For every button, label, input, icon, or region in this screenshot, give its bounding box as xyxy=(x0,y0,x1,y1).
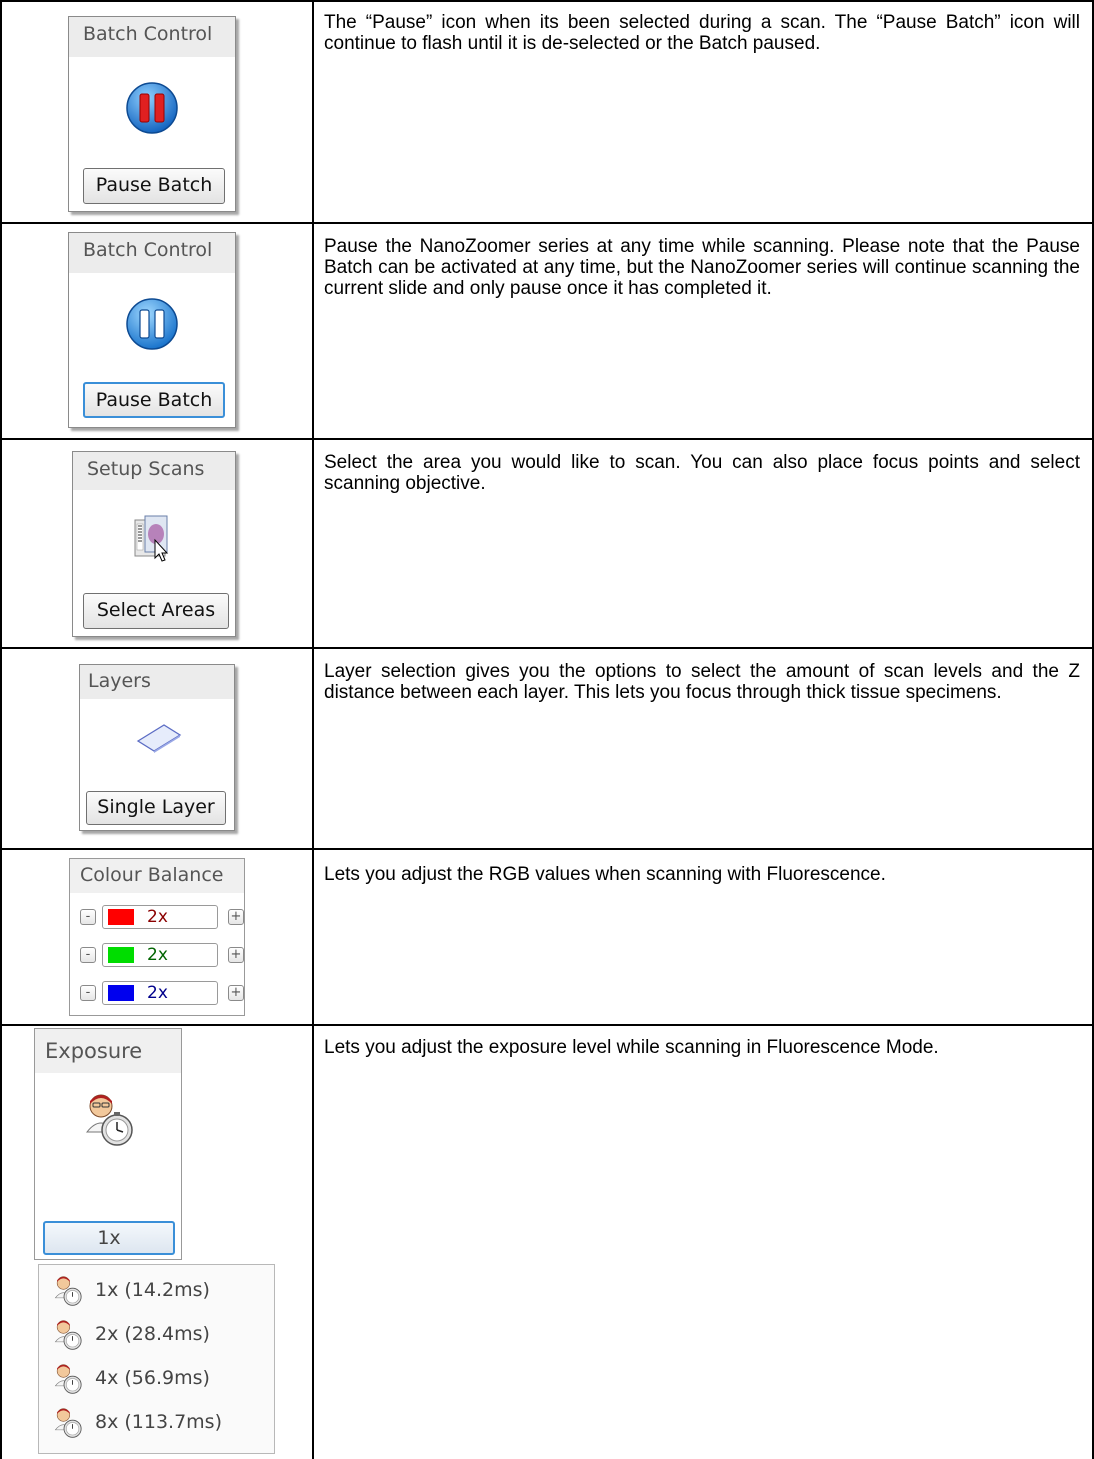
decrease-red-button[interactable]: - xyxy=(80,909,96,925)
panel-title: Batch Control xyxy=(69,17,235,57)
row-description: Layer selection gives you the options to… xyxy=(324,661,1080,703)
row-description: Select the area you would like to scan. … xyxy=(324,452,1080,494)
green-value-field[interactable]: 2x xyxy=(102,943,218,967)
single-layer-icon[interactable] xyxy=(136,723,182,753)
batch-control-panel: Batch Control Pause Batch xyxy=(68,232,236,428)
setup-scans-panel: Setup Scans Select Areas xyxy=(72,451,236,637)
table-top-border xyxy=(0,0,1094,2)
increase-red-button[interactable]: + xyxy=(228,909,244,925)
pause-batch-button[interactable]: Pause Batch xyxy=(83,168,225,204)
slide-select-icon[interactable] xyxy=(133,514,179,566)
increase-blue-button[interactable]: + xyxy=(228,985,244,1001)
row-description: Pause the NanoZoomer series at any time … xyxy=(324,236,1080,299)
table-left-border xyxy=(0,0,2,1459)
panel-title: Setup Scans xyxy=(73,452,235,490)
red-swatch xyxy=(108,909,134,925)
row-description: The “Pause” icon when its been selected … xyxy=(324,12,1080,54)
row-description: Lets you adjust the RGB values when scan… xyxy=(324,864,886,885)
row-divider xyxy=(0,647,1094,649)
exposure-panel: Exposure 1x xyxy=(34,1028,182,1260)
batch-control-panel: Batch Control Pause Batch xyxy=(68,16,236,212)
decrease-blue-button[interactable]: - xyxy=(80,985,96,1001)
exposure-option-label: 8x (113.7ms) xyxy=(95,1411,222,1433)
red-value: 2x xyxy=(147,907,168,927)
red-channel-row: - 2x + xyxy=(80,903,246,931)
colour-balance-panel: Colour Balance - 2x + - 2x + - 2x + xyxy=(69,858,245,1016)
row-divider xyxy=(0,1024,1094,1026)
exposure-option-label: 1x (14.2ms) xyxy=(95,1279,210,1301)
increase-green-button[interactable]: + xyxy=(228,947,244,963)
row-divider xyxy=(0,848,1094,850)
panel-title: Layers xyxy=(80,665,234,699)
row-divider xyxy=(0,222,1094,224)
table-column-divider xyxy=(312,0,314,1459)
exposure-stopwatch-icon xyxy=(54,1408,82,1438)
row-description: Lets you adjust the exposure level while… xyxy=(324,1037,939,1058)
pause-active-icon[interactable] xyxy=(125,81,179,135)
exposure-select-button[interactable]: 1x xyxy=(43,1221,175,1255)
blue-channel-row: - 2x + xyxy=(80,979,246,1007)
pause-batch-button[interactable]: Pause Batch xyxy=(83,382,225,418)
exposure-option-label: 4x (56.9ms) xyxy=(95,1367,210,1389)
green-swatch xyxy=(108,947,134,963)
decrease-green-button[interactable]: - xyxy=(80,947,96,963)
exposure-stopwatch-icon[interactable] xyxy=(81,1092,137,1148)
blue-value: 2x xyxy=(147,983,168,1003)
panel-title: Colour Balance xyxy=(70,859,244,893)
exposure-stopwatch-icon xyxy=(54,1320,82,1350)
select-areas-button[interactable]: Select Areas xyxy=(83,593,229,629)
green-value: 2x xyxy=(147,945,168,965)
blue-value-field[interactable]: 2x xyxy=(102,981,218,1005)
exposure-dropdown-menu: 1x (14.2ms) 2x (28.4ms) 4x (56.9ms) 8x (… xyxy=(38,1264,275,1454)
red-value-field[interactable]: 2x xyxy=(102,905,218,929)
pause-icon[interactable] xyxy=(125,297,179,351)
exposure-stopwatch-icon xyxy=(54,1276,82,1306)
panel-title: Batch Control xyxy=(69,233,235,273)
exposure-stopwatch-icon xyxy=(54,1364,82,1394)
green-channel-row: - 2x + xyxy=(80,941,246,969)
blue-swatch xyxy=(108,985,134,1001)
layers-panel: Layers Single Layer xyxy=(79,664,235,831)
panel-title: Exposure xyxy=(35,1029,181,1073)
exposure-option-label: 2x (28.4ms) xyxy=(95,1323,210,1345)
single-layer-button[interactable]: Single Layer xyxy=(86,791,226,825)
row-divider xyxy=(0,438,1094,440)
